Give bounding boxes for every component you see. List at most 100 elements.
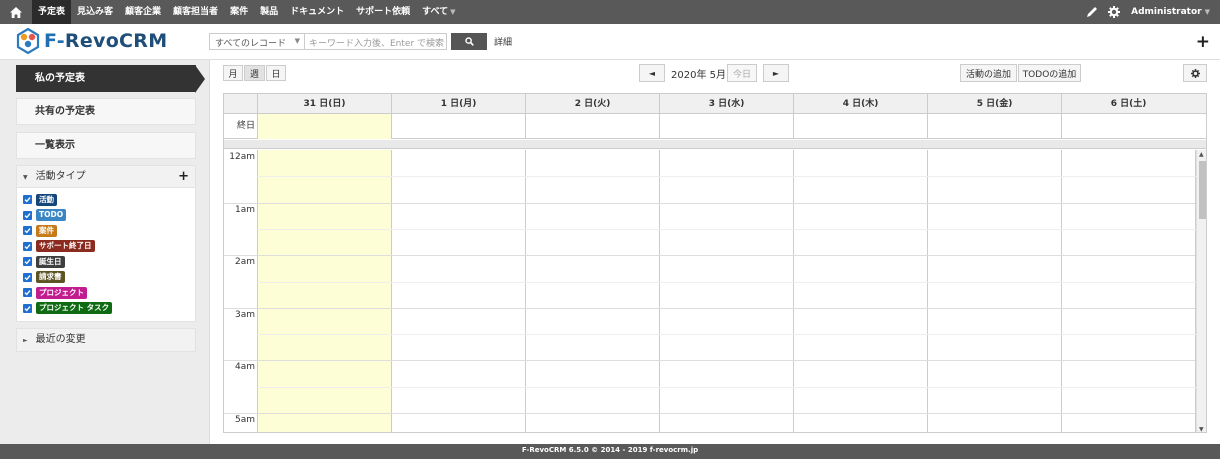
checkbox-checked-icon[interactable] [23,210,32,220]
activity-type-badge: TODO [36,209,67,222]
scroll-down-icon[interactable]: ▼ [1199,426,1204,432]
day-header[interactable]: 2 日(火) [525,94,659,114]
activity-types-title: 活動タイプ [35,171,86,182]
logo-icon [16,28,40,54]
all-day-cell[interactable] [257,114,391,139]
hour-line [224,255,1195,257]
today-column-highlight [257,150,391,432]
all-day-cell[interactable] [927,114,1061,139]
calendar-toolbar: 月 週 日 ◄ 2020年 5月 今日 ► 活動の追加 TODOの追加 [211,60,1220,93]
checkbox-checked-icon[interactable] [23,288,32,298]
checkbox-checked-icon[interactable] [23,241,32,251]
day-header[interactable]: 6 日(土) [1061,94,1195,114]
all-day-cell[interactable] [793,114,927,139]
activity-types-panel: ▼ 活動タイプ + 活動 TODO 案件 サポート終了日 誕生日請求書 プロジェクト プロジェク… [16,165,196,322]
day-header[interactable]: 3 日(水) [659,94,793,114]
footer: F-RevoCRM 6.5.0 © 2014 - 2019 f-revocrm.… [0,444,1220,459]
checkbox-checked-icon[interactable] [23,303,32,313]
calendar-scrollbar[interactable]: ▲ ▼ [1196,150,1206,432]
activity-type-item[interactable]: 請求書 [17,270,195,286]
search-button[interactable] [451,33,487,50]
half-hour-line [257,176,1196,178]
pencil-icon[interactable] [1081,6,1103,18]
half-hour-line [257,334,1196,336]
add-activity-type-plus-icon[interactable]: + [178,166,189,188]
all-day-cell[interactable] [1061,114,1195,139]
nav-item-calendar[interactable]: 予定表 [32,0,72,24]
activity-type-badge: 請求書 [36,271,65,284]
half-hour-line [257,281,1196,283]
view-month-button[interactable]: 月 [223,65,243,81]
home-icon[interactable] [0,0,32,24]
activity-types-header[interactable]: ▼ 活動タイプ + [17,166,195,188]
checkbox-checked-icon[interactable] [23,195,32,205]
hour-line [224,307,1195,309]
nav-item-documents[interactable]: ドキュメント [284,0,350,24]
nav-item-all[interactable]: すべて ▼ [416,0,461,24]
caret-down-icon: ▼ [23,174,28,181]
advanced-search-link[interactable]: 詳細 [494,35,512,48]
checkbox-checked-icon[interactable] [23,257,32,267]
hour-label: 5am [234,415,255,425]
add-todo-button[interactable]: TODOの追加 [1018,64,1081,82]
column-divider [391,150,392,432]
activity-type-item[interactable]: プロジェクト [17,285,195,301]
nav-item-leads[interactable]: 見込み客 [71,0,119,24]
nav-item-tickets[interactable]: サポート依頼 [350,0,416,24]
scroll-up-icon[interactable]: ▲ [1199,151,1204,158]
scrollbar-thumb[interactable] [1199,161,1206,219]
day-header[interactable]: 31 日(日) [257,94,391,114]
next-week-button[interactable]: ► [763,64,789,82]
recent-changes-title: 最近の変更 [35,334,86,345]
add-activity-button[interactable]: 活動の追加 [960,64,1017,82]
sidebar-item-my-calendar[interactable]: 私の予定表 [16,65,205,93]
activity-type-item[interactable]: プロジェクト タスク [17,301,195,317]
activity-type-badge: プロジェクト タスク [36,302,113,315]
all-day-cell[interactable] [525,114,659,139]
user-menu[interactable]: Administrator ▼ [1131,7,1210,17]
nav-item-all-label: すべて [422,7,449,17]
nav-item-accounts[interactable]: 顧客企業 [119,0,167,24]
activity-type-item[interactable]: サポート終了日 [17,239,195,255]
main-calendar-area: 月 週 日 ◄ 2020年 5月 今日 ► 活動の追加 TODOの追加 31 日… [211,60,1220,444]
nav-item-contacts[interactable]: 顧客担当者 [167,0,224,24]
checkbox-checked-icon[interactable] [23,272,32,282]
sidebar-item-list-view[interactable]: 一覧表示 [16,132,196,159]
search-input[interactable]: キーワード入力後、Enter で検索します [305,33,447,50]
day-header[interactable]: 5 日(金) [927,94,1061,114]
recent-changes-header[interactable]: ► 最近の変更 [17,329,195,351]
time-slots[interactable]: ▲ ▼ 12am 1am 2am 3am 4am 5am [224,150,1206,432]
hour-line [224,202,1195,204]
day-header[interactable]: 4 日(木) [793,94,927,114]
checkbox-checked-icon[interactable] [23,226,32,236]
all-day-row: 終日 [224,114,1206,139]
hour-label: 12am [229,152,255,162]
gear-icon[interactable] [1103,6,1125,18]
activity-type-item[interactable]: TODO [17,208,195,224]
nav-item-products[interactable]: 製品 [254,0,284,24]
gear-icon [1190,68,1200,78]
today-button[interactable]: 今日 [727,64,757,82]
prev-week-button[interactable]: ◄ [639,64,665,82]
column-divider [1061,150,1062,432]
activity-type-badge: 誕生日 [36,255,65,268]
calendar-settings-button[interactable] [1183,64,1207,82]
header-bar: F-RevoCRM すべてのレコード ▼ キーワード入力後、Enter で検索しま… [0,24,1220,60]
view-week-button[interactable]: 週 [244,65,265,81]
chevron-down-icon: ▼ [1204,8,1210,16]
sidebar-item-shared-calendar[interactable]: 共有の予定表 [16,98,196,125]
all-day-cell[interactable] [391,114,525,139]
activity-type-item[interactable]: 活動 [17,192,195,208]
nav-item-opportunities[interactable]: 案件 [224,0,254,24]
all-day-cell[interactable] [659,114,793,139]
activity-type-item[interactable]: 誕生日 [17,254,195,270]
quick-create-plus-icon[interactable]: + [1196,32,1210,52]
search-scope-select[interactable]: すべてのレコード ▼ [209,33,305,50]
view-day-button[interactable]: 日 [266,65,286,81]
activity-type-item[interactable]: 案件 [17,223,195,239]
hour-label: 4am [234,362,255,373]
column-divider [257,150,258,432]
recent-changes-panel: ► 最近の変更 [16,328,196,352]
logo[interactable]: F-RevoCRM [16,28,167,54]
day-header[interactable]: 1 日(月) [391,94,525,114]
